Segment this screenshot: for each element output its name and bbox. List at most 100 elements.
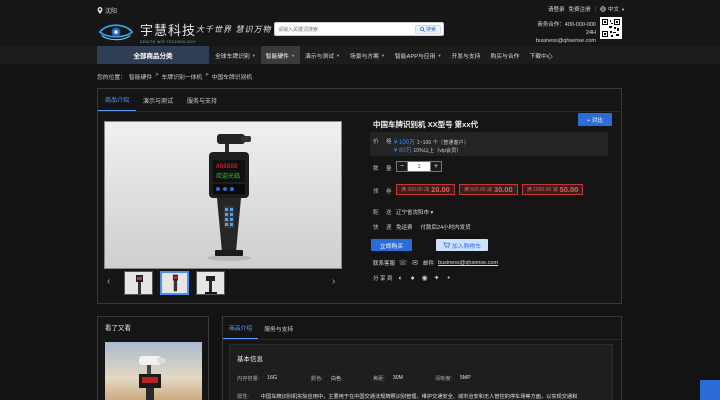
breadcrumb-item[interactable]: 中国车牌识别机 bbox=[212, 72, 253, 81]
nav-item-label: 开发与支持 bbox=[451, 53, 481, 60]
price-vip: ¥ 80万 10%以上（vip会员） bbox=[394, 145, 462, 154]
language-selector[interactable]: 中文 ▼ bbox=[600, 5, 625, 13]
breadcrumb: 您的位置： 智能硬件 > 车牌识别一体机 > 中国车牌识别机 bbox=[97, 72, 252, 81]
spec-value: 5MP bbox=[460, 375, 471, 381]
nav-item-label: 下载中心 bbox=[529, 53, 553, 60]
nav-item[interactable]: 开发与支持 bbox=[446, 46, 485, 64]
nav-item[interactable]: 购买与合作 bbox=[485, 46, 524, 64]
coupon[interactable]: 满 1000.00 减 50.00 bbox=[521, 184, 584, 195]
location[interactable]: 沈阳 bbox=[97, 6, 117, 15]
product-tab[interactable]: 演示与测试 bbox=[136, 89, 180, 111]
thumbnail-1[interactable] bbox=[124, 271, 153, 295]
product-tabs: 商品介绍 演示与测试 服务与支持 bbox=[98, 89, 224, 111]
search-input[interactable] bbox=[278, 25, 406, 34]
nav-item[interactable]: 全球车牌识别 ▼ bbox=[210, 46, 261, 64]
thumbnail-kiosk-image bbox=[172, 274, 178, 292]
top-links: 请登录 免费注册 | 中文 ▼ bbox=[548, 5, 625, 13]
shipping-location-select[interactable]: 辽宁省沈阳市 ▾ bbox=[396, 208, 433, 216]
spec-item: 内存容量: 16G bbox=[237, 375, 311, 382]
email-link[interactable]: business@qhsense.com bbox=[438, 260, 498, 266]
detail-tab[interactable]: 商品介绍 bbox=[223, 317, 259, 339]
nav-item[interactable]: 智能APP与应用 ▼ bbox=[390, 46, 447, 64]
chevron-down-icon: ▼ bbox=[335, 52, 340, 58]
detail-tabs: 商品介绍 服务与支持 bbox=[223, 317, 299, 339]
nav-item[interactable]: 智能硬件 ▼ bbox=[260, 46, 300, 64]
nav-item[interactable]: 下载中心 bbox=[524, 46, 557, 64]
chevron-down-icon: ▼ bbox=[251, 52, 256, 58]
also-viewed-title: 看了又看 bbox=[105, 325, 131, 332]
compare-button[interactable]: + 对比 bbox=[578, 113, 612, 126]
spec-value: 16G bbox=[267, 375, 278, 381]
coupon[interactable]: 满 500.00 减 30.00 bbox=[458, 184, 518, 195]
search-button-label: 搜索 bbox=[425, 27, 436, 33]
breadcrumb-separator: > bbox=[155, 72, 159, 78]
quantity-decrement-button[interactable]: − bbox=[396, 161, 408, 172]
quantity-stepper: − 1 + bbox=[396, 161, 442, 172]
delivery-label: 快 递 bbox=[373, 225, 395, 231]
nav-item[interactable]: 场景与方案 ▼ bbox=[345, 46, 390, 64]
contact-label: 联系客服 bbox=[373, 261, 396, 267]
breadcrumb-prefix: 您的位置： bbox=[97, 75, 126, 81]
coupon-amount: 20.00 bbox=[431, 185, 450, 194]
email-label: 邮件 bbox=[423, 261, 435, 267]
twitter-icon[interactable]: ✦ bbox=[433, 274, 441, 282]
coupon-condition: 满 500.00 减 bbox=[463, 187, 492, 193]
brand-logo[interactable]: 宇慧科技 ZENITH WIS TECHNOLOGY bbox=[97, 20, 196, 44]
shipping-label: 配 送 bbox=[373, 210, 395, 216]
price-vip-value: ¥ 80万 bbox=[394, 148, 412, 154]
breadcrumb-item[interactable]: 车牌识别一体机 bbox=[162, 72, 203, 81]
thumbnail-kiosk-image bbox=[136, 275, 143, 294]
chevron-down-icon: ▼ bbox=[380, 52, 385, 58]
spec-item: 焦距: 30M bbox=[373, 375, 435, 382]
login-link[interactable]: 请登录 bbox=[548, 5, 565, 13]
nav-item-label: 购买与合作 bbox=[490, 53, 520, 60]
business-contact: 商务合作：400-000-000 24H business@qhsense.co… bbox=[526, 21, 596, 45]
share-row: 分 享 到 ◐ ● ◉ ✦ • bbox=[373, 274, 453, 283]
product-tab[interactable]: 服务与支持 bbox=[180, 89, 224, 111]
chevron-right-icon[interactable]: › bbox=[332, 276, 335, 287]
quantity-increment-button[interactable]: + bbox=[430, 161, 442, 172]
free-shipping-text: 免运费 bbox=[396, 225, 413, 231]
quantity-label: 数 量 bbox=[373, 166, 395, 172]
weibo-icon[interactable]: ◉ bbox=[421, 274, 429, 282]
plate-recognition-kiosk-image: A88888 欢迎光临 bbox=[207, 134, 251, 261]
nav-item-label: 演示与测试 bbox=[304, 53, 334, 60]
add-to-cart-button[interactable]: 加入购物车 bbox=[436, 239, 488, 251]
product-tab[interactable]: 商品介绍 bbox=[98, 89, 137, 111]
nav-item-label: 场景与方案 bbox=[349, 53, 379, 60]
coupon-label: 领 券 bbox=[373, 189, 395, 195]
customer-service-icon[interactable]: ☏ bbox=[399, 259, 408, 267]
product-main-image[interactable]: A88888 欢迎光临 bbox=[104, 121, 342, 269]
register-link[interactable]: 免费注册 bbox=[569, 5, 591, 13]
search-button[interactable]: 搜索 bbox=[414, 25, 441, 34]
all-categories-button[interactable]: 全部商品分类 bbox=[97, 46, 209, 64]
spec-value: 白色 bbox=[330, 376, 342, 382]
more-options-icon[interactable]: • bbox=[445, 274, 453, 282]
spec-key: 清晰度: bbox=[435, 376, 453, 382]
thumbnail-3[interactable] bbox=[196, 271, 225, 295]
floating-help-button[interactable] bbox=[700, 380, 720, 400]
thumbnail-2[interactable] bbox=[160, 271, 189, 295]
basic-info-box bbox=[229, 344, 613, 400]
spec-key: 焦距: bbox=[373, 376, 385, 382]
camera-kiosk-photo bbox=[139, 356, 165, 400]
quantity-input[interactable]: 1 bbox=[408, 161, 430, 172]
brand-name: 宇慧科技 bbox=[140, 24, 197, 39]
svg-text:欢迎光临: 欢迎光临 bbox=[216, 172, 240, 180]
detail-tab[interactable]: 服务与支持 bbox=[258, 317, 299, 339]
also-viewed-item-image[interactable] bbox=[105, 342, 202, 400]
wechat-icon[interactable]: ◐ bbox=[397, 274, 405, 282]
coupon[interactable]: 满 300.00 减 20.00 bbox=[396, 184, 455, 195]
chevron-left-icon[interactable]: ‹ bbox=[107, 276, 110, 287]
basic-info-title: 基本信息 bbox=[237, 356, 263, 363]
eye-logo-icon bbox=[98, 24, 134, 41]
location-label: 沈阳 bbox=[105, 9, 118, 15]
qq-icon[interactable]: ● bbox=[409, 274, 417, 282]
dispatch-time-text: 付款后24小时内发货 bbox=[420, 225, 471, 231]
nav-item[interactable]: 演示与测试 ▼ bbox=[300, 46, 345, 64]
buy-now-button[interactable]: 立即购买 bbox=[371, 239, 412, 251]
cart-icon bbox=[443, 242, 450, 248]
breadcrumb-item[interactable]: 智能硬件 bbox=[129, 72, 152, 81]
spec-value: 30M bbox=[392, 375, 403, 381]
chat-icon[interactable]: ✉ bbox=[411, 259, 419, 267]
